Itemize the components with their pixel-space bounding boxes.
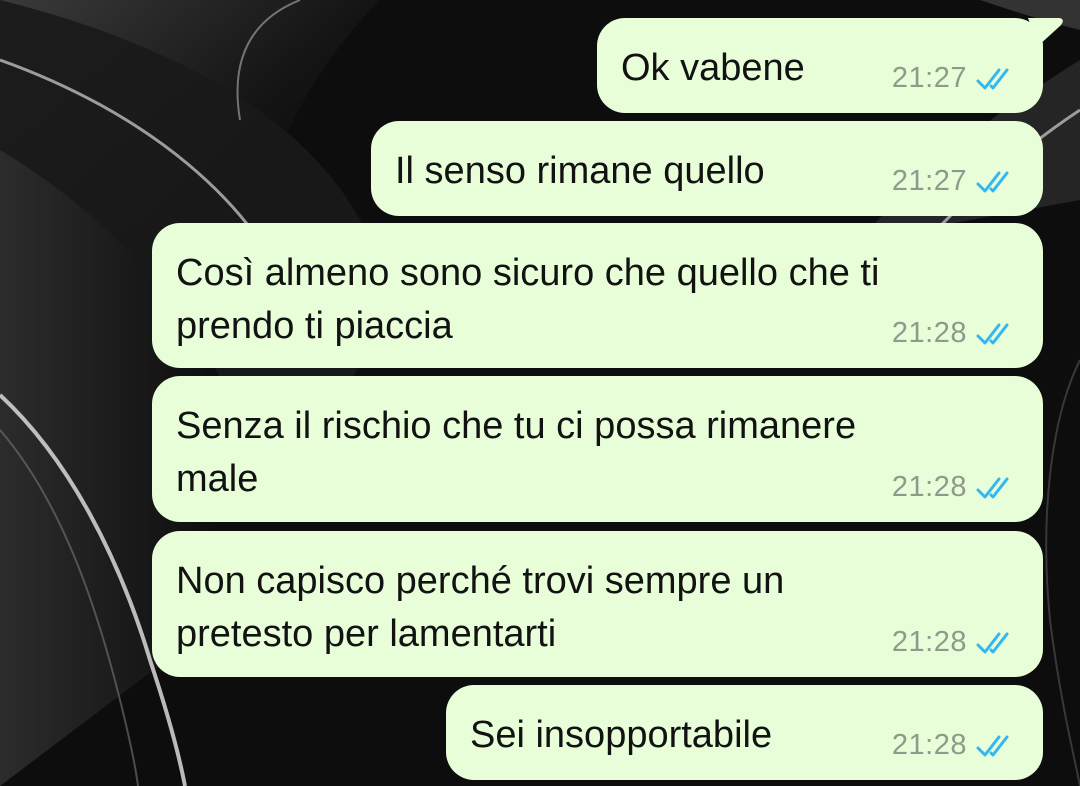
message-time: 21:27 <box>891 62 967 94</box>
outgoing-message[interactable]: Senza il rischio che tu ci possa rimaner… <box>152 376 1043 522</box>
message-time: 21:28 <box>891 317 967 349</box>
message-meta: 21:28 <box>892 626 1019 659</box>
message-text: Non capisco perché trovi sempre un prete… <box>176 560 785 655</box>
message-text: Senza il rischio che tu ci possa rimaner… <box>176 405 857 500</box>
double-check-icon <box>976 735 1009 756</box>
message-text: Così almeno sono sicuro che quello che t… <box>176 252 880 347</box>
message-meta: 21:27 <box>892 165 1019 198</box>
double-check-icon <box>976 68 1009 89</box>
message-time: 21:27 <box>891 165 967 197</box>
double-check-icon <box>976 323 1009 344</box>
outgoing-message[interactable]: Ok vabene 21:27 <box>597 18 1043 113</box>
message-meta: 21:28 <box>892 317 1019 350</box>
message-time: 21:28 <box>891 471 967 503</box>
outgoing-message[interactable]: Così almeno sono sicuro che quello che t… <box>152 223 1043 368</box>
message-meta: 21:28 <box>892 729 1019 762</box>
message-meta: 21:28 <box>892 471 1019 504</box>
message-time: 21:28 <box>891 626 967 658</box>
double-check-icon <box>976 171 1009 192</box>
chat-messages-area[interactable]: Ok vabene 21:27 Il senso rimane quello 2… <box>0 0 1080 786</box>
double-check-icon <box>976 477 1009 498</box>
bubble-tail <box>1028 18 1063 46</box>
outgoing-message[interactable]: Il senso rimane quello 21:27 <box>371 121 1043 216</box>
message-meta: 21:27 <box>892 62 1019 95</box>
double-check-icon <box>976 632 1009 653</box>
outgoing-message[interactable]: Sei insopportabile 21:28 <box>446 685 1043 780</box>
message-time: 21:28 <box>891 729 967 761</box>
outgoing-message[interactable]: Non capisco perché trovi sempre un prete… <box>152 531 1043 677</box>
